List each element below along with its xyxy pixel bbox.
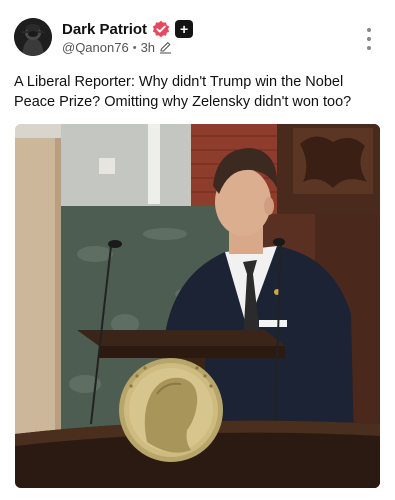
author-handle[interactable]: @Qanon76 <box>62 40 129 55</box>
post-media-image[interactable] <box>15 124 380 488</box>
plus-badge-icon: + <box>175 20 194 38</box>
hooded-figure-avatar-icon <box>14 18 52 56</box>
display-name[interactable]: Dark Patriot <box>62 21 147 38</box>
author-avatar[interactable] <box>14 18 52 56</box>
meta-row: @Qanon76 • 3h <box>62 40 172 55</box>
post-card: Dark Patriot + @Qanon76 • 3h A Liberal R… <box>0 0 395 500</box>
nobel-speaker-photo <box>15 124 380 488</box>
post-text: A Liberal Reporter: Why didn't Trump win… <box>14 74 352 110</box>
more-dot-icon <box>367 28 371 32</box>
post-header: Dark Patriot + @Qanon76 • 3h <box>14 16 381 60</box>
more-dot-icon <box>367 37 371 41</box>
post-time[interactable]: 3h <box>141 40 155 55</box>
verified-badge-icon <box>152 20 170 38</box>
name-row: Dark Patriot + <box>62 20 194 38</box>
pencil-edit-icon <box>159 41 172 54</box>
meta-separator: • <box>132 41 137 54</box>
more-options-button[interactable] <box>363 28 375 50</box>
more-dot-icon <box>367 46 371 50</box>
